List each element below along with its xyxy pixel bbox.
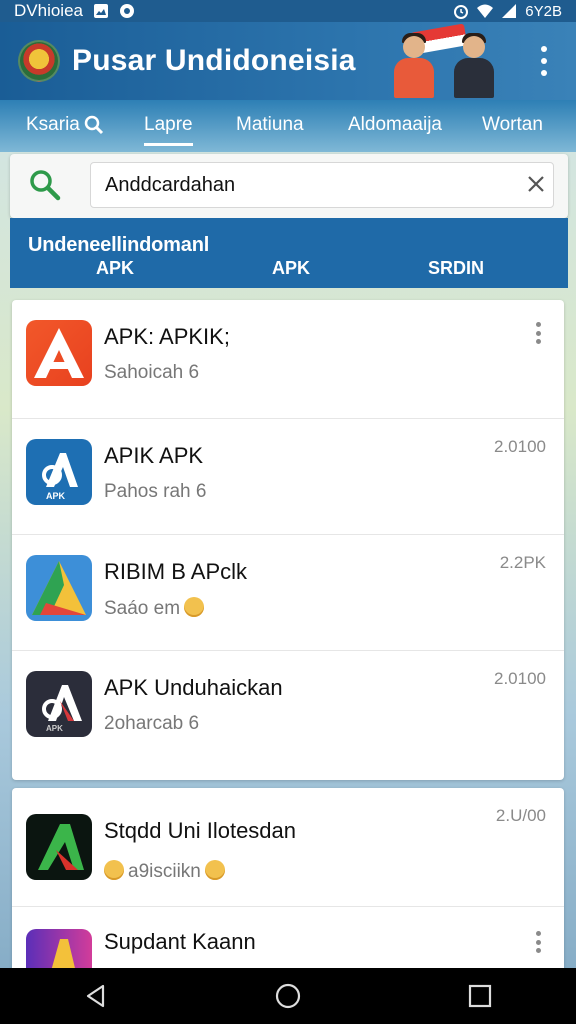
app-size: 2.0100 xyxy=(494,669,546,688)
apk-gradient-icon xyxy=(26,555,92,621)
app-title: APK Unduhaickan xyxy=(104,675,283,700)
tab-matiuna[interactable]: Matiuna xyxy=(236,114,304,136)
overflow-menu-button[interactable] xyxy=(532,46,556,76)
list-item[interactable]: APK APIK APK Pahos rah 6 2.0100 xyxy=(12,418,564,534)
smiley-icon xyxy=(184,597,205,617)
back-button[interactable] xyxy=(76,976,116,1016)
tab-label: Aldomaaija xyxy=(348,114,442,135)
app-title: RIBIM B APclk xyxy=(104,559,248,584)
app-logo-icon xyxy=(18,40,60,82)
app-title: APIK APK xyxy=(104,443,204,468)
record-notification-icon xyxy=(120,4,134,18)
app-size: 2.U/00 xyxy=(495,806,546,825)
header-illustration xyxy=(386,23,506,98)
back-triangle-icon xyxy=(86,984,105,1008)
more-options-icon[interactable] xyxy=(536,322,542,344)
tab-bar: Ksaria Lapre Matiuna Aldomaaija Wortan xyxy=(0,100,576,152)
tab-ksaria[interactable]: Ksaria xyxy=(26,114,104,136)
recents-square-icon xyxy=(468,984,492,1008)
svg-text:APK: APK xyxy=(46,491,66,501)
results-header: Undeneellindomanl APK APK SRDIN xyxy=(10,218,568,288)
more-options-icon[interactable] xyxy=(536,931,542,953)
results-header-title: Undeneellindomanl xyxy=(28,234,210,256)
tab-lapre[interactable]: Lapre xyxy=(144,114,193,146)
tab-label: Wortan xyxy=(482,114,543,135)
signal-icon xyxy=(502,4,517,18)
app-title: APK: APKIK; xyxy=(104,324,230,349)
app-size: 2.0100 xyxy=(494,437,546,456)
search-icon xyxy=(84,115,103,135)
image-notification-icon xyxy=(94,4,108,18)
apk-orange-icon xyxy=(26,320,92,386)
app-bar: Pusar Undidoneisia xyxy=(0,22,576,100)
app-title: Pusar Undidoneisia xyxy=(72,44,356,77)
app-subtitle: Sahoicah 6 xyxy=(104,362,200,383)
app-subtitle: Pahos rah 6 xyxy=(104,481,207,502)
app-subtitle-text: Saáo em xyxy=(104,598,181,619)
list-item[interactable]: APK APK Unduhaickan 2oharcab 6 2.0100 xyxy=(12,650,564,778)
header-column-3[interactable]: SRDIN xyxy=(428,258,484,279)
apk-green-icon xyxy=(26,814,92,880)
search-input[interactable] xyxy=(90,162,554,208)
person-figure-1 xyxy=(392,30,436,98)
apk-blue-icon: APK xyxy=(26,439,92,505)
clear-icon[interactable] xyxy=(526,174,546,194)
wifi-icon xyxy=(477,4,494,18)
person-figure-2 xyxy=(452,30,496,98)
app-subtitle: a9isciikn xyxy=(104,860,225,883)
app-size: 2.2PK xyxy=(499,553,546,572)
status-bar: DVhioiea 6Y2B xyxy=(0,0,576,22)
apk-dark-icon: APK xyxy=(26,671,92,737)
recents-button[interactable] xyxy=(460,976,500,1016)
list-item[interactable]: RIBIM B APclk Saáo em 2.2PK xyxy=(12,534,564,650)
app-title: Stqdd Uni Ilotesdan xyxy=(104,818,297,843)
home-circle-icon xyxy=(275,983,301,1009)
app-subtitle: 2oharcab 6 xyxy=(104,713,200,734)
battery-label: 6Y2B xyxy=(525,2,562,20)
carrier-label: DVhioiea xyxy=(14,1,83,20)
list-item[interactable]: Stqdd Uni Ilotesdan a9isciikn 2.U/00 xyxy=(12,788,564,906)
system-nav-bar xyxy=(0,968,576,1024)
tab-label: Lapre xyxy=(144,114,193,135)
header-column-1[interactable]: APK xyxy=(96,258,134,279)
tab-label: Ksaria xyxy=(26,114,80,135)
alarm-icon xyxy=(454,5,469,19)
svg-text:APK: APK xyxy=(46,724,63,733)
home-button[interactable] xyxy=(268,976,308,1016)
app-title: Supdant Kaann xyxy=(104,929,256,954)
search-icon[interactable] xyxy=(28,168,62,202)
tab-label: Matiuna xyxy=(236,114,304,135)
header-column-2[interactable]: APK xyxy=(272,258,310,279)
tab-wortan[interactable]: Wortan xyxy=(482,114,543,136)
app-list-card: Stqdd Uni Ilotesdan a9isciikn 2.U/00 Sup… xyxy=(12,788,564,979)
app-subtitle: Saáo em xyxy=(104,597,205,620)
app-subtitle-text: a9isciikn xyxy=(128,861,201,882)
tab-aldomaaija[interactable]: Aldomaaija xyxy=(348,114,442,136)
smiley-icon xyxy=(204,860,225,880)
app-list-card: APK: APKIK; Sahoicah 6 APK APIK APK Paho… xyxy=(12,300,564,780)
list-item[interactable]: APK: APKIK; Sahoicah 6 xyxy=(12,300,564,418)
smiley-icon xyxy=(104,860,124,880)
search-card xyxy=(10,154,568,218)
